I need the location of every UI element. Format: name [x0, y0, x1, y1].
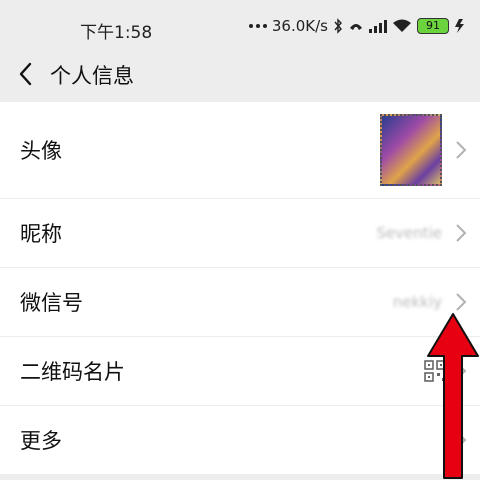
bottom-divider — [0, 474, 480, 480]
notification-dots-icon — [248, 24, 267, 28]
list-item-label: 昵称 — [20, 222, 62, 246]
list-item-qr-card[interactable]: 二维码名片 — [0, 336, 480, 405]
nickname-value: Seventie — [376, 224, 442, 242]
status-bar: 下午1:58 36.0K/s 91 — [0, 0, 480, 50]
chevron-right-icon — [456, 141, 467, 159]
nav-bar: 个人信息 — [0, 50, 480, 102]
chevron-right-icon — [456, 224, 467, 242]
list-item-nickname[interactable]: 昵称 Seventie — [0, 198, 480, 267]
list-item-avatar[interactable]: 头像 — [0, 102, 480, 198]
wechat-id-value: nekkiy — [392, 293, 442, 311]
list-item-wechat-id[interactable]: 微信号 nekkiy — [0, 267, 480, 336]
charging-icon — [455, 19, 464, 33]
back-arrow-icon[interactable] — [14, 58, 40, 90]
bluetooth-icon — [334, 18, 342, 34]
list-item-label: 二维码名片 — [20, 360, 125, 384]
chevron-right-icon — [456, 293, 467, 311]
status-icons: 36.0K/s 91 — [248, 17, 468, 35]
list-item-label: 更多 — [20, 429, 62, 453]
profile-list: 头像 昵称 Seventie 微信号 nekkiy 二维码名片 更多 — [0, 102, 480, 474]
signal-icon — [369, 20, 387, 33]
list-item-more[interactable]: 更多 — [0, 405, 480, 474]
call-icon — [350, 24, 362, 30]
list-item-label: 微信号 — [20, 291, 83, 315]
network-speed: 36.0K/s — [271, 17, 328, 35]
avatar[interactable] — [380, 114, 442, 186]
battery-icon: 91 — [417, 18, 449, 34]
list-item-label: 头像 — [20, 139, 62, 163]
page-title: 个人信息 — [50, 64, 134, 88]
wifi-icon — [393, 19, 411, 32]
status-time: 下午1:58 — [80, 23, 153, 43]
red-arrow-annotation-icon — [427, 313, 479, 479]
